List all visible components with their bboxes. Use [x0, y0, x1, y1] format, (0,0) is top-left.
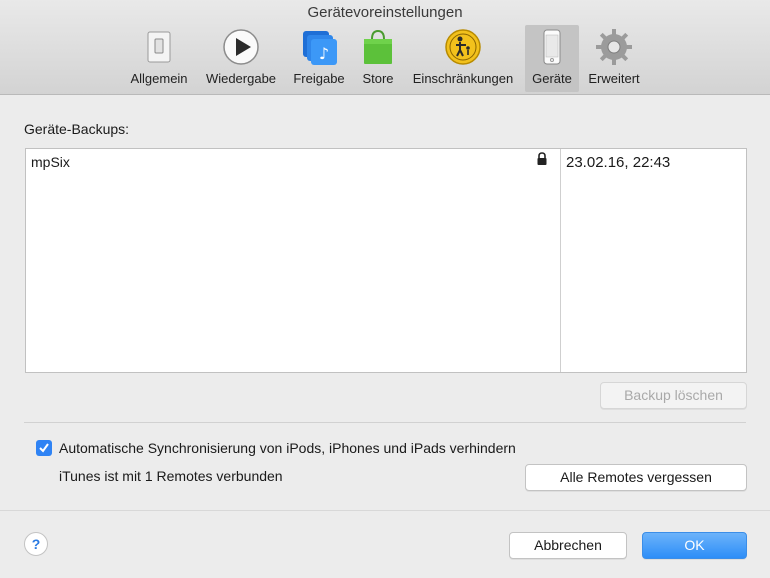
sync-prevention-label[interactable]: Automatische Synchronisierung von iPods,…	[59, 440, 516, 456]
forget-remotes-button[interactable]: Alle Remotes vergessen	[525, 464, 747, 491]
music-share-icon: ♪	[300, 28, 338, 66]
tab-label: Wiedergabe	[205, 71, 277, 86]
gear-icon	[595, 28, 633, 66]
tab-wiedergabe[interactable]: Wiedergabe	[198, 25, 284, 92]
toolbar: Gerätevoreinstellungen Allgemein Wiederg…	[0, 0, 770, 95]
parental-controls-icon	[444, 28, 482, 66]
tab-label: Freigabe	[293, 71, 345, 86]
tab-allgemein[interactable]: Allgemein	[123, 25, 195, 92]
delete-backup-button[interactable]: Backup löschen	[600, 382, 747, 409]
remotes-status-text: iTunes ist mit 1 Remotes verbunden	[59, 468, 283, 484]
tab-geraete[interactable]: Geräte	[525, 25, 579, 92]
iphone-icon	[533, 28, 571, 66]
backups-table[interactable]: mpSix 23.02.16, 22:43	[25, 148, 747, 373]
tab-store[interactable]: Store	[355, 25, 401, 92]
shopping-bag-icon	[359, 28, 397, 66]
backup-date: 23.02.16, 22:43	[566, 154, 671, 171]
tab-label: Einschränkungen	[412, 71, 514, 86]
tab-freigabe[interactable]: ♪ Freigabe	[287, 25, 351, 92]
sync-prevention-checkbox[interactable]	[36, 440, 52, 456]
backup-name: mpSix	[31, 154, 70, 170]
backups-section-label: Geräte-Backups:	[24, 121, 130, 137]
tab-label: Allgemein	[130, 71, 188, 86]
divider	[24, 422, 746, 423]
column-divider[interactable]	[560, 149, 561, 372]
cancel-button[interactable]: Abbrechen	[509, 532, 627, 559]
tab-label: Geräte	[532, 71, 572, 86]
switch-icon	[140, 28, 178, 66]
tab-einschraenkungen[interactable]: Einschränkungen	[404, 25, 522, 92]
window-title: Gerätevoreinstellungen	[307, 4, 463, 21]
play-icon	[222, 28, 260, 66]
tab-label: Store	[362, 71, 394, 86]
footer-divider	[0, 510, 770, 511]
checkmark-icon	[39, 443, 49, 453]
help-button[interactable]: ?	[24, 532, 48, 556]
preferences-window: Gerätevoreinstellungen Allgemein Wiederg…	[0, 0, 770, 578]
lock-icon	[536, 152, 548, 166]
tab-label: Erweitert	[588, 71, 640, 86]
ok-button[interactable]: OK	[642, 532, 747, 559]
svg-text:♪: ♪	[319, 44, 329, 63]
tab-erweitert[interactable]: Erweitert	[582, 25, 646, 92]
